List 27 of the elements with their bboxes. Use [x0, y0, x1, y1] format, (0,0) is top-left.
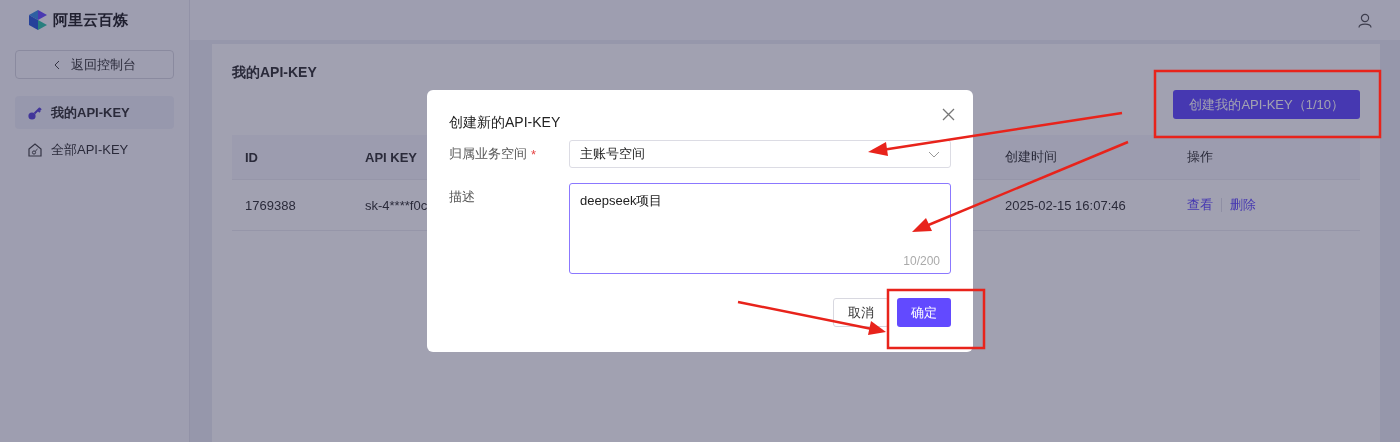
house-key-icon: [27, 141, 43, 158]
table-cell: 2025-02-15 16:07:46: [992, 180, 1174, 231]
field-label: 归属业务空间: [449, 145, 527, 163]
user-icon[interactable]: [1358, 12, 1372, 28]
logo-icon: [27, 9, 49, 31]
field-label: 描述: [449, 188, 475, 206]
column-header: ID: [232, 135, 352, 180]
action-link[interactable]: 查看: [1187, 196, 1213, 214]
sidebar-item[interactable]: 我的API-KEY: [15, 96, 174, 129]
sidebar-item[interactable]: 全部API-KEY: [15, 133, 174, 166]
close-icon[interactable]: [942, 108, 955, 121]
required-mark: *: [531, 146, 537, 162]
column-header: 操作: [1174, 135, 1360, 180]
action-link[interactable]: 删除: [1230, 196, 1256, 214]
description-field[interactable]: deepseek项目 10/200: [569, 183, 951, 274]
table-cell: 1769388: [232, 180, 352, 231]
page-title: 我的API-KEY: [232, 64, 318, 82]
chevron-left-icon: [53, 59, 61, 70]
create-key-button[interactable]: 创建我的API-KEY（1/10）: [1173, 90, 1360, 119]
confirm-button[interactable]: 确定: [897, 298, 951, 327]
back-button[interactable]: 返回控制台: [15, 50, 174, 79]
chevron-down-icon: [928, 150, 940, 158]
app-name: 阿里云百炼: [53, 10, 128, 30]
column-header: 创建时间: [992, 135, 1174, 180]
dialog-title: 创建新的API-KEY: [449, 114, 562, 132]
select-field[interactable]: 主账号空间: [569, 140, 951, 168]
key-icon: [27, 104, 43, 121]
